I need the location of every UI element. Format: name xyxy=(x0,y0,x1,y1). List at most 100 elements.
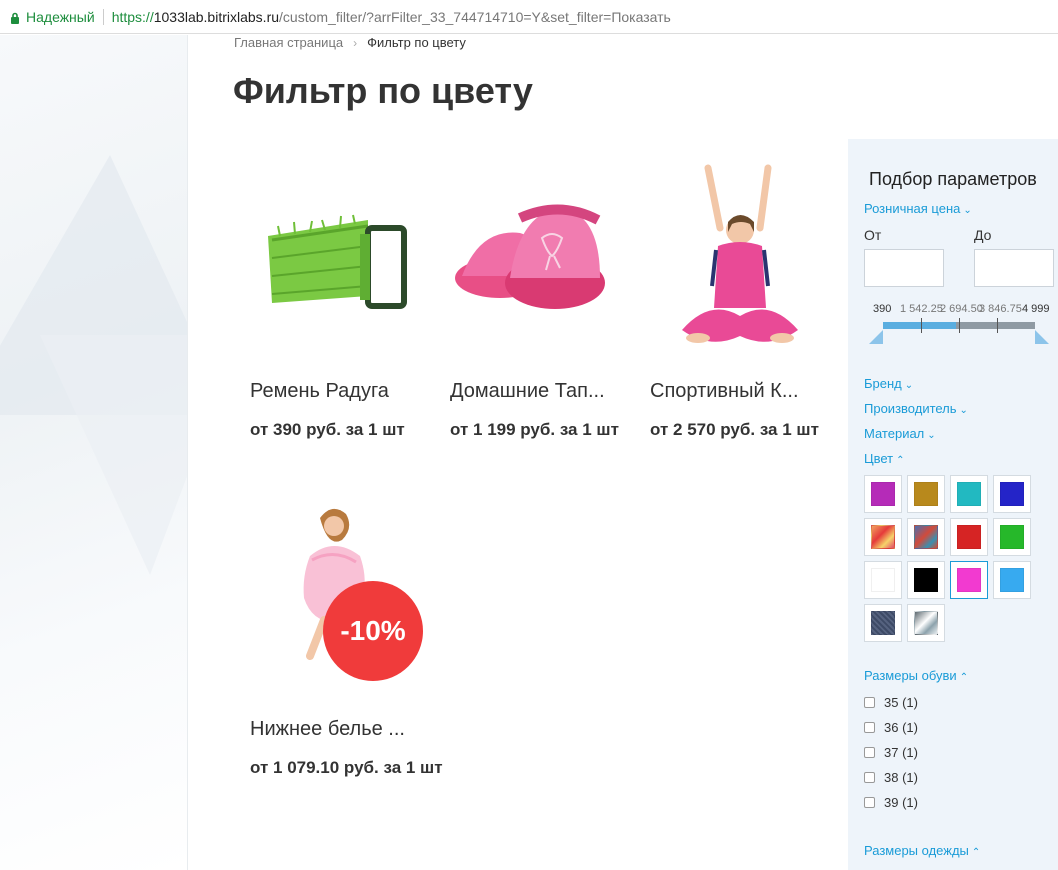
color-swatch[interactable] xyxy=(993,561,1031,599)
product-image-sport-suit[interactable] xyxy=(650,158,840,343)
filter-price-toggle[interactable]: Розничная цена ⌄ xyxy=(864,201,972,216)
color-swatch[interactable] xyxy=(907,561,945,599)
color-swatch[interactable] xyxy=(907,518,945,556)
product-price: от 1 079.10 руб. за 1 шт xyxy=(250,758,443,777)
color-swatch-fill xyxy=(914,611,938,635)
color-swatch-fill xyxy=(957,482,981,506)
filter-manufacturer-label: Производитель xyxy=(864,401,957,416)
color-swatch[interactable] xyxy=(864,561,902,599)
filter-title: Подбор параметров xyxy=(869,169,1037,189)
chevron-down-icon: ⌄ xyxy=(959,405,968,416)
price-from-label: От xyxy=(864,227,882,243)
checkbox[interactable] xyxy=(864,747,875,758)
chevron-down-icon: ⌄ xyxy=(927,430,936,441)
breadcrumb-current: Фильтр по цвету xyxy=(367,35,466,50)
checkbox[interactable] xyxy=(864,697,875,708)
price-tick-3: 3 846.75 xyxy=(979,303,1022,315)
color-swatch-fill xyxy=(914,482,938,506)
filter-panel: Подбор параметров Розничная цена ⌄ От До … xyxy=(848,139,1058,870)
product-price: от 1 199 руб. за 1 шт xyxy=(450,420,619,439)
price-from-input[interactable] xyxy=(864,249,944,287)
chevron-up-icon: ⌃ xyxy=(971,847,981,858)
product-image-belt[interactable] xyxy=(250,158,440,338)
discount-badge: -10% xyxy=(323,581,423,681)
chevron-up-icon: ⌃ xyxy=(896,455,905,466)
filter-shoe-sizes-toggle[interactable]: Размеры обуви ⌃ xyxy=(864,668,968,683)
shoe-size-option[interactable]: 37 (1) xyxy=(864,745,918,760)
product-card[interactable]: Ремень Радуга от 390 руб. за 1 шт xyxy=(250,158,440,458)
product-price: от 2 570 руб. за 1 шт xyxy=(650,420,819,439)
checkbox[interactable] xyxy=(864,797,875,808)
price-slider-min-handle[interactable] xyxy=(869,330,883,344)
filter-brand-label: Бренд xyxy=(864,376,902,391)
chevron-up-icon: ⌃ xyxy=(959,672,969,683)
filter-color-toggle[interactable]: Цвет ⌃ xyxy=(864,451,905,466)
product-image-slippers[interactable] xyxy=(450,158,640,338)
color-swatch[interactable] xyxy=(907,604,945,642)
price-tick-1: 1 542.25 xyxy=(900,303,943,315)
price-slider-mark xyxy=(997,318,998,333)
color-swatch[interactable] xyxy=(907,475,945,513)
product-name[interactable]: Спортивный К... xyxy=(650,380,799,403)
filter-material-toggle[interactable]: Материал ⌄ xyxy=(864,426,936,441)
price-slider-max-handle[interactable] xyxy=(1035,330,1049,344)
color-swatch-fill xyxy=(871,611,895,635)
color-swatch[interactable] xyxy=(950,518,988,556)
shoe-size-option[interactable]: 36 (1) xyxy=(864,720,918,735)
product-name[interactable]: Нижнее белье ... xyxy=(250,718,405,741)
color-swatch[interactable] xyxy=(993,518,1031,556)
checkbox[interactable] xyxy=(864,772,875,783)
price-slider-mark xyxy=(959,318,960,333)
color-swatches xyxy=(864,475,1031,642)
breadcrumb-chevron-icon: › xyxy=(353,35,358,50)
filter-color-label: Цвет xyxy=(864,451,894,466)
color-swatch[interactable] xyxy=(864,518,902,556)
color-swatch-fill xyxy=(1000,568,1024,592)
lock-icon xyxy=(10,11,20,24)
shoe-size-option[interactable]: 39 (1) xyxy=(864,795,918,810)
shoe-size-label: 37 (1) xyxy=(884,745,918,760)
price-to-input[interactable] xyxy=(974,249,1054,287)
shoe-size-label: 39 (1) xyxy=(884,795,918,810)
color-swatch-fill xyxy=(957,568,981,592)
left-decorative-background xyxy=(0,35,188,870)
price-slider-mark xyxy=(921,318,922,333)
breadcrumb: Главная страница › Фильтр по цвету xyxy=(234,35,466,50)
product-card[interactable]: Спортивный К... от 2 570 руб. за 1 шт xyxy=(650,158,840,458)
color-swatch[interactable] xyxy=(950,561,988,599)
price-slider-track[interactable] xyxy=(883,318,1035,333)
url-host: 1033lab.bitrixlabs.ru xyxy=(153,8,280,25)
filter-clothes-sizes-label: Размеры одежды xyxy=(864,843,969,858)
color-swatch[interactable] xyxy=(950,475,988,513)
address-bar[interactable]: Надежный https:// 1033lab.bitrixlabs.ru … xyxy=(0,0,1058,34)
product-name[interactable]: Домашние Тап... xyxy=(450,380,605,403)
color-swatch-fill xyxy=(957,525,981,549)
price-slider-fill xyxy=(883,322,956,329)
color-swatch[interactable] xyxy=(864,604,902,642)
price-to-label: До xyxy=(974,227,992,243)
color-swatch-fill xyxy=(871,525,895,549)
shoe-size-label: 38 (1) xyxy=(884,770,918,785)
color-swatch-fill xyxy=(1000,525,1024,549)
shoe-size-label: 36 (1) xyxy=(884,720,918,735)
filter-clothes-sizes-toggle[interactable]: Размеры одежды ⌃ xyxy=(864,843,980,858)
price-tick-2: 2 694.50 xyxy=(940,303,983,315)
checkbox[interactable] xyxy=(864,722,875,733)
shoe-size-option[interactable]: 35 (1) xyxy=(864,695,918,710)
url-path: /custom_filter/?arrFilter_33_744714710=Y… xyxy=(279,8,671,25)
shoe-size-label: 35 (1) xyxy=(884,695,918,710)
product-card[interactable]: Домашние Тап... от 1 199 руб. за 1 шт xyxy=(450,158,640,458)
color-swatch-fill xyxy=(871,568,895,592)
shoe-size-option[interactable]: 38 (1) xyxy=(864,770,918,785)
color-swatch[interactable] xyxy=(864,475,902,513)
product-name[interactable]: Ремень Радуга xyxy=(250,380,389,403)
filter-brand-toggle[interactable]: Бренд ⌄ xyxy=(864,376,913,391)
color-swatch-fill xyxy=(914,525,938,549)
breadcrumb-home-link[interactable]: Главная страница xyxy=(234,35,343,50)
filter-manufacturer-toggle[interactable]: Производитель ⌄ xyxy=(864,401,968,416)
chevron-down-icon: ⌄ xyxy=(904,380,914,391)
color-swatch[interactable] xyxy=(993,475,1031,513)
color-swatch-fill xyxy=(1000,482,1024,506)
product-price: от 390 руб. за 1 шт xyxy=(250,420,405,439)
filter-material-label: Материал xyxy=(864,426,925,441)
